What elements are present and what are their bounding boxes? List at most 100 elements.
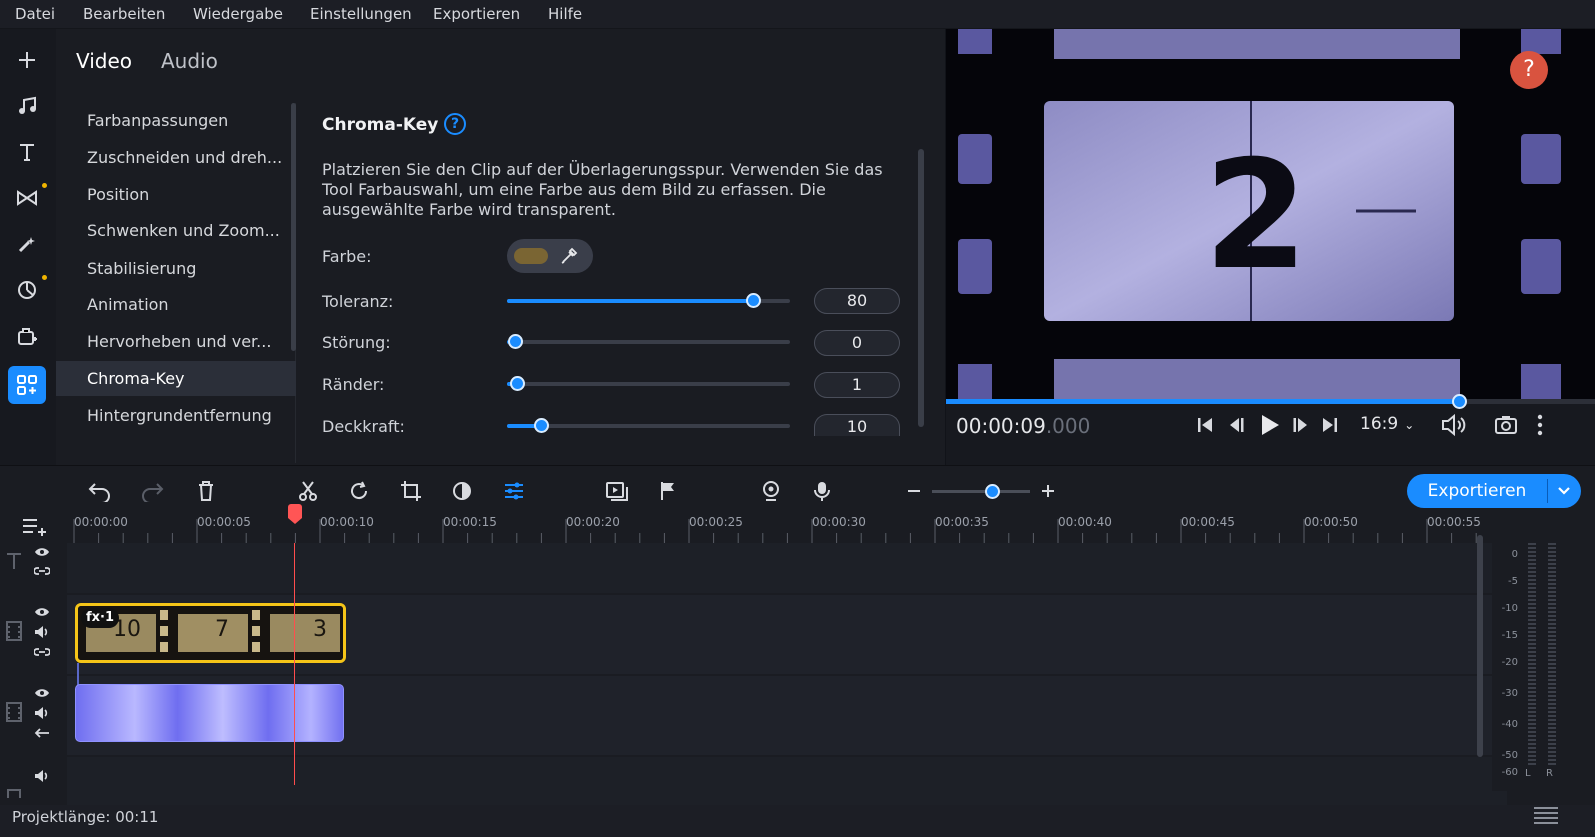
zoom-out-button[interactable] <box>900 477 928 505</box>
clip-properties-button[interactable] <box>500 477 528 505</box>
slider-knob[interactable] <box>509 376 525 391</box>
speaker-icon[interactable] <box>34 625 50 639</box>
fx-badge[interactable]: fx·1 <box>81 608 120 628</box>
menu-bearbeiten[interactable]: Bearbeiten <box>83 5 165 23</box>
menu-datei[interactable]: Datei <box>15 5 55 23</box>
more-tools-button[interactable] <box>8 366 46 404</box>
transitions-button[interactable] <box>8 179 47 217</box>
tab-video[interactable]: Video <box>76 49 132 73</box>
stoerung-slider[interactable] <box>507 334 790 349</box>
slider-knob[interactable] <box>508 334 524 349</box>
eye-icon[interactable] <box>34 546 50 558</box>
raender-value[interactable]: 1 <box>814 372 900 398</box>
redo-button[interactable] <box>138 477 166 505</box>
timeline-ruler[interactable]: 00:00:00 00:00:05 00:00:10 00:00:15 00:00:20… <box>0 515 1595 543</box>
list-item-chroma-key[interactable]: Chroma-Key <box>56 361 296 396</box>
arrow-left-icon[interactable] <box>34 727 50 739</box>
music-button[interactable] <box>8 87 46 125</box>
link-icon[interactable] <box>34 565 50 577</box>
meter-segment <box>1548 707 1556 709</box>
list-item-hintergrundentfernung[interactable]: Hintergrundentfernung <box>56 398 296 433</box>
effects-button[interactable] <box>8 225 46 263</box>
tab-audio[interactable]: Audio <box>161 49 218 73</box>
ruler-tick-label: 00:00:30 <box>812 515 866 529</box>
video-preview[interactable]: 2 ? <box>946 29 1595 399</box>
trash-icon <box>199 481 213 501</box>
chevron-down-icon[interactable] <box>1556 484 1572 498</box>
add-track-icon[interactable] <box>21 515 47 539</box>
overlay-clip-countdown[interactable]: 10 7 3 fx·1 <box>75 603 346 663</box>
settings-scrollbar[interactable] <box>918 149 924 427</box>
play-icon[interactable] <box>1259 413 1281 437</box>
speaker-icon[interactable] <box>34 769 50 783</box>
meter-segment <box>1528 691 1536 693</box>
menu-wiedergabe[interactable]: Wiedergabe <box>193 5 283 23</box>
stickers-button[interactable] <box>8 271 47 309</box>
stoerung-value[interactable]: 0 <box>814 330 900 356</box>
zoom-slider[interactable] <box>932 484 1030 499</box>
deckkraft-value[interactable]: 10 <box>814 414 900 436</box>
meter-segment <box>1548 551 1556 553</box>
help-button[interactable]: ? <box>1510 51 1548 89</box>
zoom-in-button[interactable] <box>1034 477 1062 505</box>
progress-knob[interactable] <box>1451 394 1467 409</box>
list-item-animation[interactable]: Animation <box>56 287 296 322</box>
audio-track[interactable] <box>67 757 1507 805</box>
crop-button[interactable] <box>397 477 425 505</box>
add-media-button[interactable] <box>8 41 46 79</box>
skip-to-end-icon[interactable] <box>1321 416 1339 434</box>
slider-knob[interactable] <box>746 293 762 308</box>
toleranz-value[interactable]: 80 <box>814 288 900 314</box>
webcam-record-button[interactable] <box>757 477 785 505</box>
eye-icon[interactable] <box>34 606 50 618</box>
list-view-icon[interactable] <box>1532 805 1560 827</box>
meter-segment <box>1528 667 1536 669</box>
store-button[interactable] <box>8 317 46 355</box>
list-scrollbar[interactable] <box>291 103 296 351</box>
playhead-marker[interactable] <box>288 504 302 518</box>
list-item-farbanpassungen[interactable]: Farbanpassungen <box>56 103 296 138</box>
list-item-schwenken[interactable]: Schwenken und Zoom... <box>56 213 296 248</box>
help-circle-icon[interactable]: ? <box>444 113 466 135</box>
undo-button[interactable] <box>86 477 114 505</box>
previous-frame-icon[interactable] <box>1228 416 1246 434</box>
menu-einstellungen[interactable]: Einstellungen <box>310 5 412 23</box>
volume-icon[interactable] <box>1440 413 1468 437</box>
toleranz-slider[interactable] <box>507 293 790 308</box>
skip-to-start-icon[interactable] <box>1196 416 1214 434</box>
list-item-stabilisierung[interactable]: Stabilisierung <box>56 251 296 286</box>
zoom-knob[interactable] <box>985 484 1000 499</box>
voice-record-button[interactable] <box>808 477 836 505</box>
next-frame-icon[interactable] <box>1291 416 1309 434</box>
rotate-button[interactable] <box>345 477 373 505</box>
title-track[interactable] <box>67 543 1507 593</box>
color-picker-control[interactable] <box>507 239 593 273</box>
list-item-zuschneiden[interactable]: Zuschneiden und dreh... <box>56 140 296 175</box>
titles-button[interactable] <box>8 133 46 171</box>
speaker-icon[interactable] <box>34 706 50 720</box>
menu-exportieren[interactable]: Exportieren <box>433 5 520 23</box>
link-icon[interactable] <box>34 646 50 658</box>
eyedropper-icon[interactable] <box>559 246 579 266</box>
export-button[interactable]: Exportieren <box>1407 474 1581 508</box>
raender-slider[interactable] <box>507 376 790 391</box>
meter-segment <box>1528 743 1536 745</box>
more-options-icon[interactable] <box>1536 414 1544 436</box>
deckkraft-slider[interactable] <box>507 418 790 433</box>
freeze-frame-button[interactable] <box>603 477 631 505</box>
menu-hilfe[interactable]: Hilfe <box>548 5 582 23</box>
timeline-scrollbar[interactable] <box>1477 535 1483 757</box>
slider-knob[interactable] <box>533 418 549 433</box>
color-adjust-button[interactable] <box>448 477 476 505</box>
eye-icon[interactable] <box>34 687 50 699</box>
add-marker-button[interactable] <box>654 477 682 505</box>
list-item-hervorheben[interactable]: Hervorheben und ver... <box>56 324 296 359</box>
main-clip-preview[interactable] <box>75 684 344 742</box>
delete-button[interactable] <box>192 477 220 505</box>
snapshot-camera-icon[interactable] <box>1494 414 1518 436</box>
split-button[interactable] <box>294 477 322 505</box>
preview-progress[interactable] <box>946 394 1595 409</box>
aspect-ratio-dropdown[interactable]: 16:9 ⌄ <box>1360 414 1414 434</box>
list-item-position[interactable]: Position <box>56 177 296 212</box>
picked-color-swatch[interactable] <box>514 248 548 264</box>
